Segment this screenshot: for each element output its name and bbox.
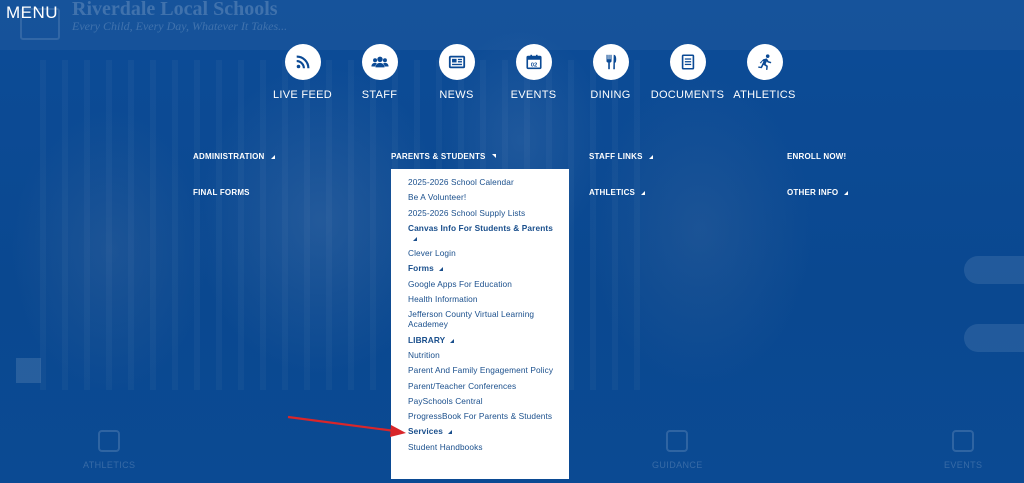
side-pill xyxy=(964,256,1024,284)
dropdown-item-label: Parent/Teacher Conferences xyxy=(408,380,517,391)
dropdown-item-school-calendar[interactable]: 2025-2026 School Calendar xyxy=(408,177,559,187)
annotation-arrow xyxy=(287,415,406,437)
quick-link-dining[interactable]: DINING xyxy=(572,44,649,101)
dropdown-item-label: ProgressBook For Parents & Students xyxy=(408,411,553,422)
dropdown-item-label: Jefferson County Virtual Learning Academ… xyxy=(408,309,535,330)
nav-label: ENROLL NOW! xyxy=(787,152,847,161)
dropdown-item-label: 2025-2026 School Calendar xyxy=(408,177,514,187)
nav-staff-links[interactable]: STAFF LINKS xyxy=(589,152,653,161)
quick-link-label: NEWS xyxy=(439,89,474,101)
dropdown-item-conferences[interactable]: Parent/Teacher Conferences xyxy=(408,381,559,391)
submenu-triangle-icon xyxy=(450,338,455,343)
bottom-link-guidance: GUIDANCE xyxy=(652,430,703,470)
quick-link-documents[interactable]: DOCUMENTS xyxy=(649,44,726,101)
dropdown-item-google-apps[interactable]: Google Apps For Education xyxy=(408,279,559,289)
site-tagline: Every Child, Every Day, Whatever It Take… xyxy=(72,19,288,33)
nav-final-forms[interactable]: FINAL FORMS xyxy=(193,188,250,197)
calendar-icon-text: 02 xyxy=(530,63,537,69)
quick-link-label: ATHLETICS xyxy=(733,89,796,101)
dropdown-item-virtual-academy[interactable]: Jefferson County Virtual Learning Academ… xyxy=(408,309,559,329)
nav-administration[interactable]: ADMINISTRATION xyxy=(193,152,275,161)
rss-icon xyxy=(284,44,321,80)
bottom-link-athletics: ATHLETICS xyxy=(83,430,135,470)
dropdown-item-family-engagement[interactable]: Parent And Family Engagement Policy xyxy=(408,365,559,375)
dropdown-item-library[interactable]: LIBRARY xyxy=(408,335,559,345)
staff-group-icon xyxy=(361,44,398,80)
quick-link-label: DOCUMENTS xyxy=(650,89,725,101)
expand-triangle-icon xyxy=(648,155,653,159)
bottom-link-events: EVENTS xyxy=(944,430,982,470)
dropdown-item-services[interactable]: Services xyxy=(408,426,559,436)
submenu-triangle-icon xyxy=(447,430,452,435)
dropdown-item-label: Google Apps For Education xyxy=(408,278,512,289)
site-title: Riverdale Local Schools xyxy=(72,0,278,20)
dropdown-item-forms[interactable]: Forms xyxy=(408,263,559,273)
dropdown-item-label: 2025-2026 School Supply Lists xyxy=(408,207,526,218)
dropdown-item-label: Health Information xyxy=(408,294,478,305)
dropdown-item-label: Nutrition xyxy=(408,349,440,360)
dropdown-item-clever-login[interactable]: Clever Login xyxy=(408,248,559,258)
dropdown-item-label: LIBRARY xyxy=(408,334,446,345)
quick-links-bar: LIVE FEED STAFF NEWS 02 EVENTS DINING DO… xyxy=(264,44,803,101)
quick-link-label: STAFF xyxy=(361,89,398,101)
bottom-link-label: EVENTS xyxy=(944,460,983,470)
fork-knife-icon xyxy=(592,44,629,80)
video-play-control[interactable] xyxy=(16,358,41,383)
dropdown-item-label: Parent And Family Engagement Policy xyxy=(408,365,554,376)
bottom-link-label: ATHLETICS xyxy=(83,460,136,470)
nav-label: STAFF LINKS xyxy=(589,152,643,161)
dropdown-item-label: Services xyxy=(408,426,443,437)
quick-link-athletics[interactable]: ATHLETICS xyxy=(726,44,803,101)
dropdown-item-supply-lists[interactable]: 2025-2026 School Supply Lists xyxy=(408,208,559,218)
dropdown-item-nutrition[interactable]: Nutrition xyxy=(408,350,559,360)
collapse-triangle-icon xyxy=(491,154,496,158)
dropdown-item-health-information[interactable]: Health Information xyxy=(408,294,559,304)
calendar-icon xyxy=(952,430,975,452)
runner-icon xyxy=(746,44,783,80)
expand-triangle-icon xyxy=(641,191,646,195)
newspaper-icon xyxy=(438,44,475,80)
nav-label: FINAL FORMS xyxy=(193,188,250,197)
expand-triangle-icon xyxy=(270,155,275,159)
quick-link-live-feed[interactable]: LIVE FEED xyxy=(264,44,341,101)
dropdown-item-label: Be A Volunteer! xyxy=(408,192,467,203)
menu-button[interactable]: MENU xyxy=(6,3,58,23)
document-icon xyxy=(669,44,706,80)
dropdown-item-volunteer[interactable]: Be A Volunteer! xyxy=(408,192,559,202)
dropdown-item-label: Clever Login xyxy=(408,248,456,259)
dropdown-item-progressbook[interactable]: ProgressBook For Parents & Students xyxy=(408,411,559,421)
nav-label: OTHER INFO xyxy=(787,188,839,197)
quick-link-staff[interactable]: STAFF xyxy=(341,44,418,101)
site-header: Riverdale Local Schools Every Child, Eve… xyxy=(72,0,287,34)
side-pill xyxy=(964,324,1024,352)
dropdown-item-label: Forms xyxy=(408,263,434,274)
dropdown-item-label: Student Handbooks xyxy=(408,441,483,452)
dropdown-item-payschools[interactable]: PaySchools Central xyxy=(408,396,559,406)
submenu-triangle-icon xyxy=(413,236,417,241)
runner-icon xyxy=(98,430,121,452)
quick-link-events[interactable]: 02 EVENTS xyxy=(495,44,572,101)
dropdown-item-label: PaySchools Central xyxy=(408,395,483,406)
quick-link-label: LIVE FEED xyxy=(273,89,332,101)
guidance-icon xyxy=(666,430,689,452)
quick-link-news[interactable]: NEWS xyxy=(418,44,495,101)
nav-label: ADMINISTRATION xyxy=(193,152,265,161)
dropdown-item-canvas-info[interactable]: Canvas Info For Students & Parents xyxy=(408,223,559,243)
nav-athletics[interactable]: ATHLETICS xyxy=(589,188,646,197)
parents-students-dropdown: 2025-2026 School Calendar Be A Volunteer… xyxy=(391,169,569,479)
nav-enroll-now[interactable]: ENROLL NOW! xyxy=(787,152,846,161)
calendar-icon: 02 xyxy=(515,44,552,80)
bottom-link-label: GUIDANCE xyxy=(652,460,703,470)
expand-triangle-icon xyxy=(844,191,849,195)
dropdown-item-label: Canvas Info For Students & Parents xyxy=(408,222,553,233)
quick-link-label: EVENTS xyxy=(510,89,557,101)
nav-label: PARENTS & STUDENTS xyxy=(391,152,486,161)
submenu-triangle-icon xyxy=(438,267,443,272)
quick-link-label: DINING xyxy=(590,89,631,101)
nav-parents-students[interactable]: PARENTS & STUDENTS xyxy=(391,152,496,161)
nav-label: ATHLETICS xyxy=(589,188,636,197)
nav-other-info[interactable]: OTHER INFO xyxy=(787,188,849,197)
dropdown-item-handbooks[interactable]: Student Handbooks xyxy=(408,442,559,452)
